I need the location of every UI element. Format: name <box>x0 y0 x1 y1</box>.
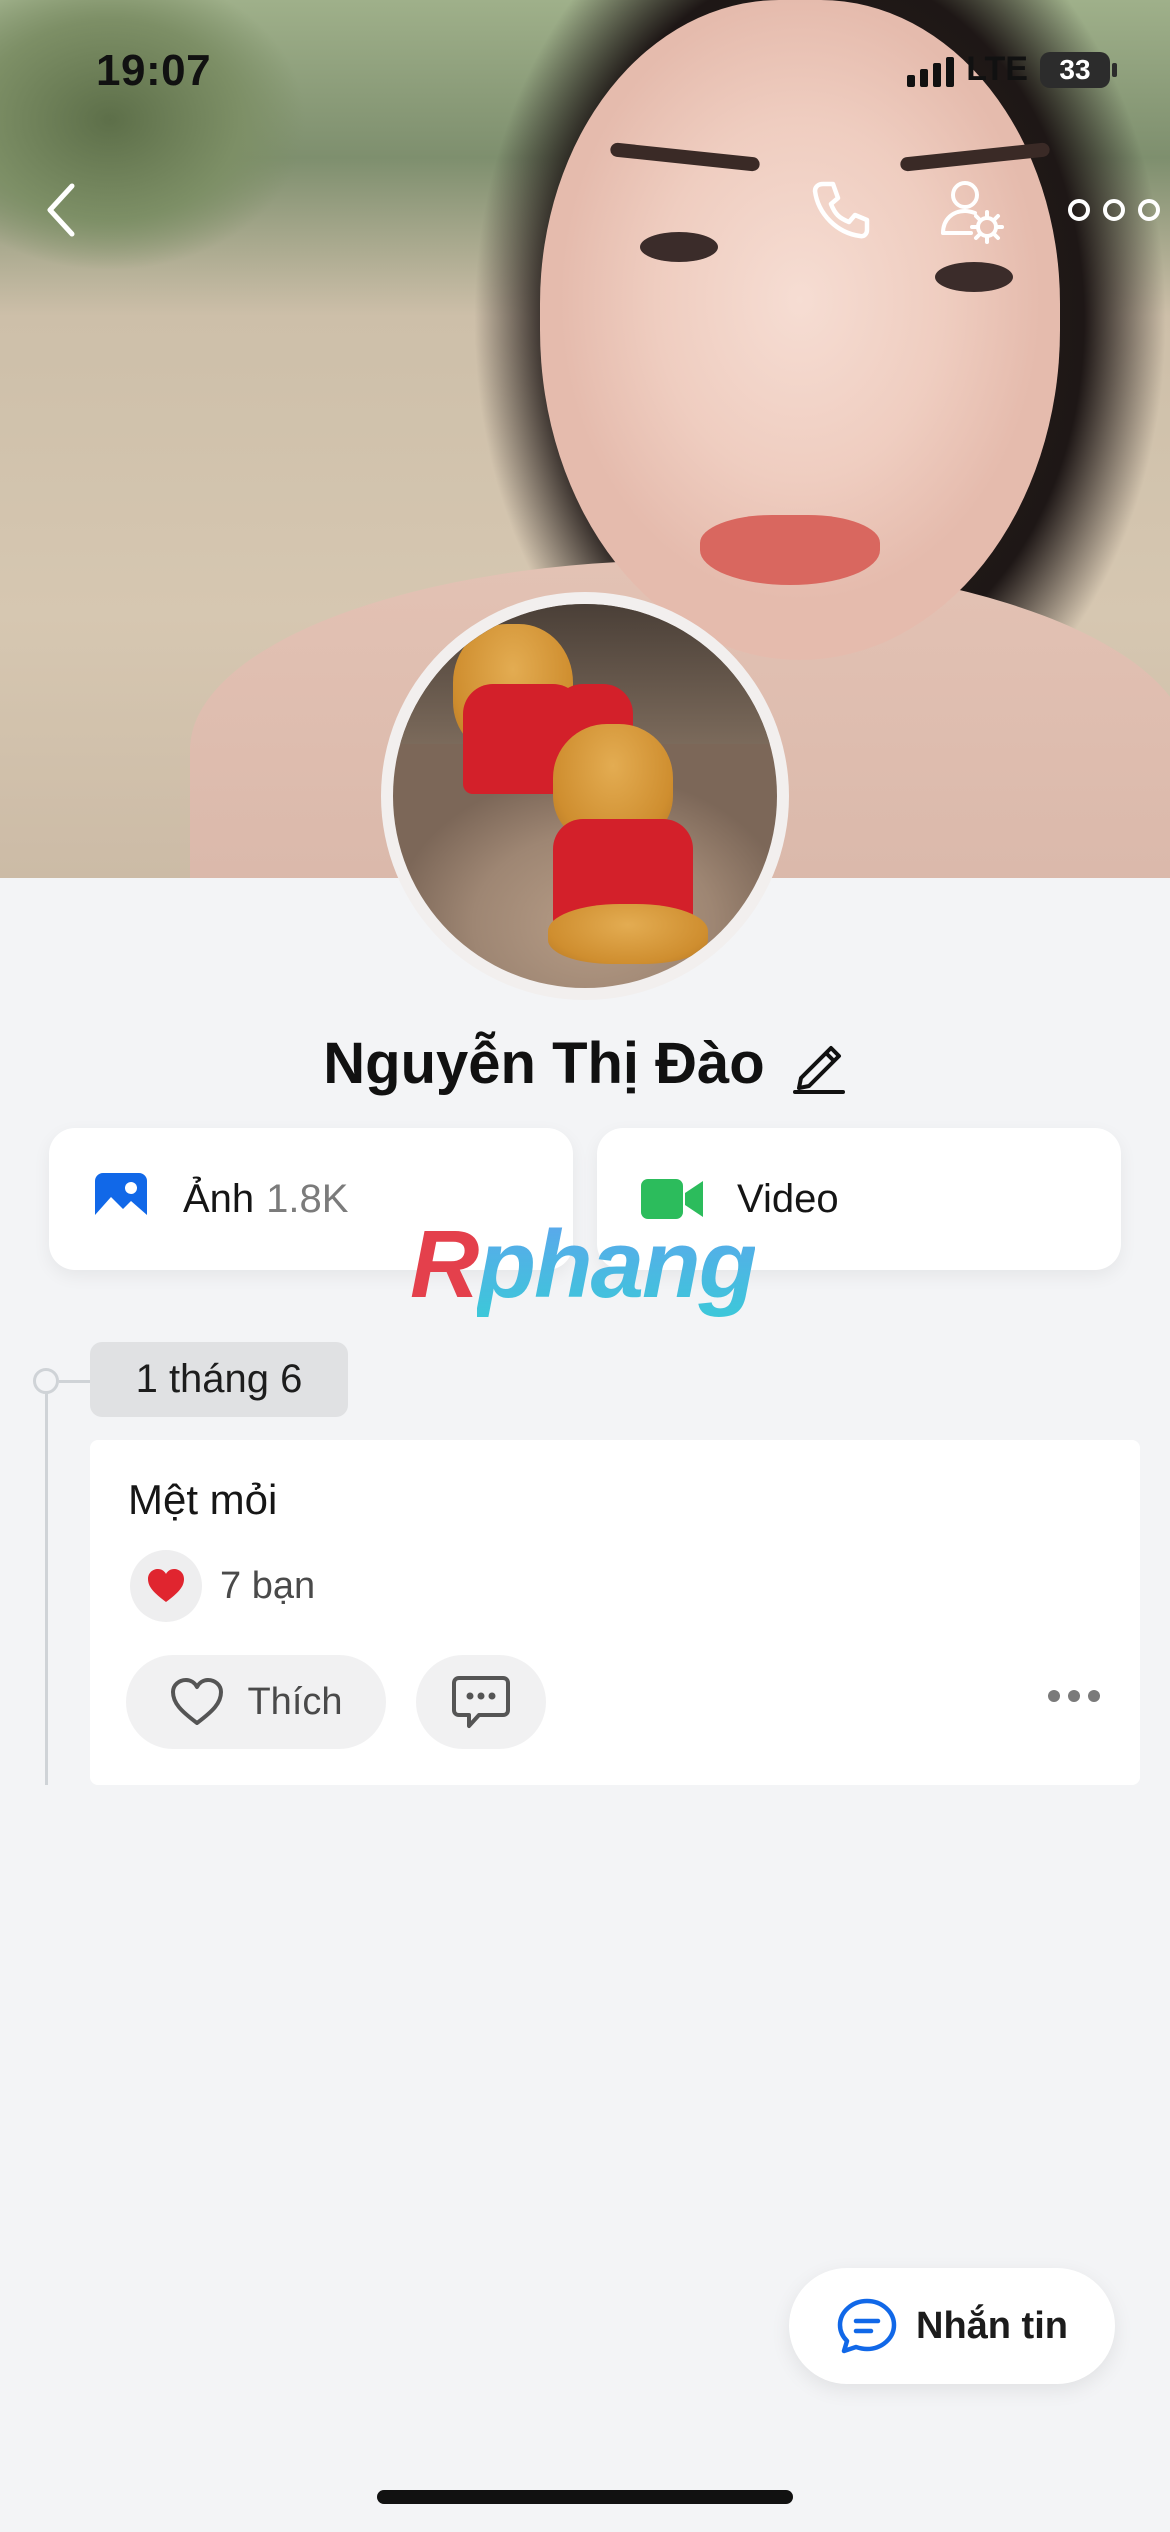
reaction-count: 7 bạn <box>220 1564 316 1607</box>
profile-name: Nguyễn Thị Đào <box>323 1031 765 1096</box>
image-icon <box>95 1173 147 1225</box>
status-bar-right: LTE 33 <box>907 50 1117 89</box>
signal-icon <box>907 53 955 87</box>
message-label: Nhắn tin <box>916 2304 1068 2347</box>
user-settings-icon <box>941 181 1004 244</box>
edit-name-icon[interactable] <box>791 1034 847 1094</box>
heart-outline-icon <box>171 1678 224 1725</box>
post-reactions[interactable]: 7 bạn <box>130 1550 315 1622</box>
timeline-line <box>45 1380 48 1785</box>
timeline-connector <box>59 1380 91 1383</box>
avatar-dog-legs <box>548 904 708 964</box>
cover-lips <box>700 515 880 585</box>
timeline-date: 1 tháng 6 <box>90 1342 348 1417</box>
home-indicator[interactable] <box>377 2490 793 2504</box>
message-button[interactable]: Nhắn tin <box>789 2268 1115 2384</box>
cover-eye-left <box>640 232 718 262</box>
photos-label: Ảnh <box>183 1176 255 1221</box>
watermark-first: R <box>410 1211 479 1318</box>
battery-level: 33 <box>1059 53 1091 85</box>
like-label: Thích <box>247 1680 343 1723</box>
chat-bubble-icon <box>837 2298 897 2354</box>
phone-icon <box>812 181 870 239</box>
dot <box>1068 1690 1080 1702</box>
comment-button[interactable] <box>416 1655 546 1749</box>
photos-label-group: Ảnh 1.8K <box>183 1177 348 1222</box>
timeline-post[interactable]: Mệt mỏi 7 bạn Thích <box>90 1440 1140 1785</box>
watermark-rest: phang <box>477 1211 757 1318</box>
reaction-heart <box>130 1550 202 1622</box>
avatar-image <box>393 604 777 988</box>
back-icon <box>47 183 75 237</box>
dot <box>1088 1690 1100 1702</box>
like-button[interactable]: Thích <box>126 1655 386 1749</box>
avatar[interactable] <box>381 592 789 1000</box>
status-time: 19:07 <box>96 46 212 95</box>
battery-icon: 33 <box>1040 51 1117 88</box>
profile-name-row: Nguyễn Thị Đào <box>0 1030 1170 1097</box>
cover-eye-right <box>935 262 1013 292</box>
network-type: LTE <box>966 50 1028 88</box>
dot <box>1048 1690 1060 1702</box>
timeline-dot <box>33 1368 59 1394</box>
profile-settings-button[interactable] <box>932 170 1012 250</box>
post-more-button[interactable] <box>1048 1690 1100 1702</box>
more-button[interactable] <box>1064 170 1164 250</box>
back-button[interactable] <box>22 170 102 250</box>
watermark-logo: Rphang <box>410 1210 757 1320</box>
cover-background <box>0 0 420 300</box>
more-icon <box>1068 199 1160 221</box>
photos-count: 1.8K <box>266 1176 349 1221</box>
comment-icon <box>452 1676 510 1728</box>
post-text: Mệt mỏi <box>128 1476 278 1523</box>
heart-icon <box>148 1569 184 1602</box>
call-button[interactable] <box>801 170 881 250</box>
